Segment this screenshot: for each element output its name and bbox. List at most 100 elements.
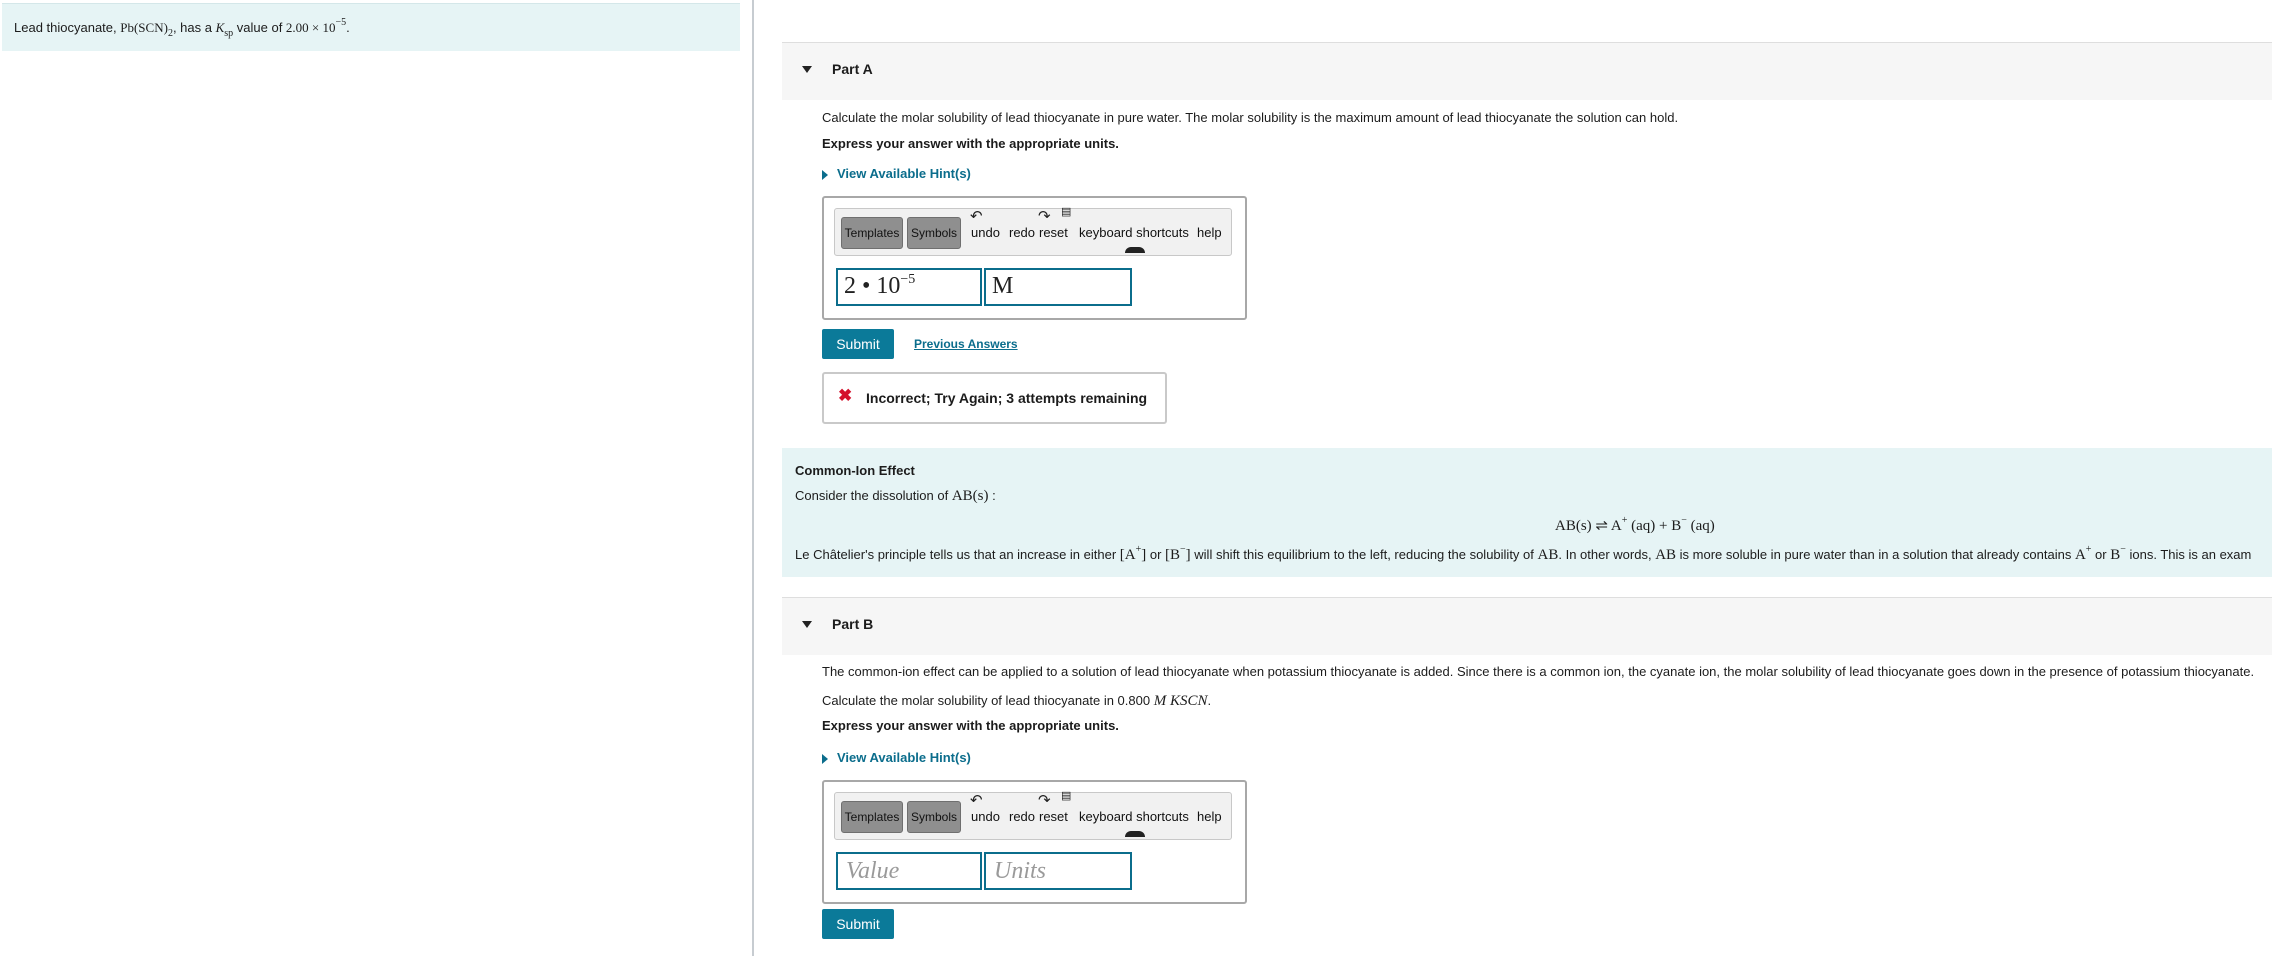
undo-button[interactable]: undo [971, 809, 1000, 824]
problem-intro-box: Lead thiocyanate, Pb(SCN)2, has a Ksp va… [2, 3, 740, 51]
part-a-value-display: 2 • 10−5 [844, 272, 916, 300]
common-ion-info-box: Common-Ion Effect Consider the dissoluti… [782, 448, 2272, 577]
conc-b-text: [B [1165, 547, 1181, 563]
caret-right-icon [822, 753, 828, 764]
part-a-header[interactable]: Part A [782, 42, 2272, 100]
body-ab-1: AB [1537, 547, 1559, 563]
body-text-6: or [2091, 547, 2111, 562]
ion-b-text: B [2110, 547, 2121, 563]
part-a-title: Part A [832, 61, 873, 77]
redo-icon: ↷ [1038, 792, 1051, 809]
redo-icon: ↷ [1038, 208, 1051, 225]
part-b-header[interactable]: Part B [782, 597, 2272, 655]
conc-a-charge: + [1135, 544, 1142, 555]
value-exponent: −5 [900, 272, 916, 287]
part-a-question: Calculate the molar solubility of lead t… [822, 110, 1679, 125]
body-conc-b: [B−] [1165, 544, 1191, 563]
common-ion-body: Le Châtelier's principle tells us that a… [795, 544, 2252, 564]
part-b-hint-link[interactable]: View Available Hint(s) [822, 750, 971, 765]
part-a-answer-box: Templates Symbols ↶ undo redo ↷ reset ▤ … [822, 196, 1247, 320]
keyboard-icon [1125, 247, 1145, 253]
previous-answers-link[interactable]: Previous Answers [914, 337, 1018, 351]
common-ion-title: Common-Ion Effect [795, 463, 915, 478]
equation-part-3: (aq) [1686, 518, 1715, 534]
units-input[interactable] [986, 854, 1130, 888]
reset-icon: ▤ [1061, 790, 1072, 802]
templates-button[interactable]: Templates [841, 217, 903, 249]
part-b-units-field[interactable] [984, 852, 1132, 890]
body-conc-a: [A+] [1119, 544, 1146, 563]
left-pane: Lead thiocyanate, Pb(SCN)2, has a Ksp va… [0, 0, 752, 956]
body-text-3: will shift this equilibrium to the left,… [1190, 547, 1538, 562]
part-b-submit-button[interactable]: Submit [822, 909, 894, 939]
help-button[interactable]: help [1197, 225, 1222, 240]
value-mantissa: 2 • 10 [844, 273, 901, 299]
intro-suffix: . [346, 20, 350, 35]
reset-icon: ▤ [1061, 206, 1072, 218]
part-b-title: Part B [832, 616, 874, 632]
conc-a-text: [A [1119, 547, 1136, 563]
error-x-icon: ✖ [838, 386, 853, 405]
equation-part-1: AB(s) ⇌ A [1555, 518, 1622, 534]
reset-button[interactable]: reset [1039, 809, 1068, 824]
body-text-7: ions. This is an exam [2125, 547, 2252, 562]
equation-plus-charge: + [1621, 515, 1628, 526]
hint-label: View Available Hint(s) [837, 750, 971, 765]
body-ion-a: A+ [2074, 544, 2092, 563]
consider-math: AB(s) [951, 488, 989, 504]
caret-down-icon [802, 621, 812, 628]
caret-right-icon [822, 169, 828, 180]
body-text-2: or [1146, 547, 1166, 562]
undo-icon: ↶ [970, 208, 983, 225]
question-prefix: Calculate the molar solubility of lead t… [822, 693, 1154, 708]
hint-label: View Available Hint(s) [837, 166, 971, 181]
dissolution-equation: AB(s) ⇌ A+ (aq) + B− (aq) [1555, 515, 1715, 535]
intro-middle: , has a [172, 20, 216, 35]
body-ab-2: AB [1655, 547, 1677, 563]
ksp-value: 2.00 × 10−5 [285, 17, 347, 35]
conc-b-charge: − [1180, 544, 1186, 555]
reset-button[interactable]: reset [1039, 225, 1068, 240]
right-pane: Part A Calculate the molar solubility of… [754, 0, 2272, 956]
symbols-button[interactable]: Symbols [907, 217, 961, 249]
ion-a-charge: + [2085, 544, 2092, 555]
feedback-text: Incorrect; Try Again; 3 attempts remaini… [866, 390, 1148, 406]
ksp-subscript: sp [224, 28, 234, 39]
redo-button[interactable]: redo [1009, 225, 1035, 240]
keyboard-shortcuts-button[interactable]: keyboard shortcuts [1079, 225, 1189, 240]
common-ion-consider: Consider the dissolution of AB(s) : [795, 488, 996, 505]
keyboard-shortcuts-button[interactable]: keyboard shortcuts [1079, 809, 1189, 824]
part-b-answer-box: Templates Symbols ↶ undo redo ↷ reset ▤ … [822, 780, 1247, 904]
undo-icon: ↶ [970, 792, 983, 809]
help-button[interactable]: help [1197, 809, 1222, 824]
keyboard-icon [1125, 831, 1145, 837]
symbols-button[interactable]: Symbols [907, 801, 961, 833]
value-input[interactable] [838, 854, 980, 888]
intro-prefix: Lead thiocyanate, [14, 20, 121, 35]
part-a-hint-link[interactable]: View Available Hint(s) [822, 166, 971, 181]
body-text-1: Le Châtelier's principle tells us that a… [795, 547, 1120, 562]
ion-b-charge: − [2120, 544, 2126, 555]
problem-intro-text: Lead thiocyanate, Pb(SCN)2, has a Ksp va… [14, 17, 350, 39]
consider-suffix: : [988, 488, 996, 503]
body-ion-b: B− [2110, 544, 2126, 563]
part-a-value-field[interactable]: 2 • 10−5 [836, 268, 982, 306]
units-display: M [992, 273, 1014, 299]
math-toolbar: Templates Symbols ↶ undo redo ↷ reset ▤ … [834, 206, 1232, 256]
math-toolbar: Templates Symbols ↶ undo redo ↷ reset ▤ … [834, 790, 1232, 840]
part-b-value-field[interactable] [836, 852, 982, 890]
ksp-value-exponent: −5 [335, 17, 347, 28]
part-b-instruction: Express your answer with the appropriate… [822, 718, 1119, 733]
ion-a-text: A [2074, 547, 2086, 563]
intro-formula: Pb(SCN)2 [120, 20, 173, 39]
undo-button[interactable]: undo [971, 225, 1000, 240]
part-a-instruction: Express your answer with the appropriate… [822, 136, 1119, 151]
body-text-4: . In other words, [1558, 547, 1656, 562]
redo-button[interactable]: redo [1009, 809, 1035, 824]
part-a-submit-button[interactable]: Submit [822, 329, 894, 359]
ksp-letter: K [215, 20, 225, 35]
templates-button[interactable]: Templates [841, 801, 903, 833]
ksp-value-base: 2.00 × 10 [285, 20, 336, 35]
part-a-units-field[interactable]: M [984, 268, 1132, 306]
equation-minus-charge: − [1681, 515, 1687, 526]
